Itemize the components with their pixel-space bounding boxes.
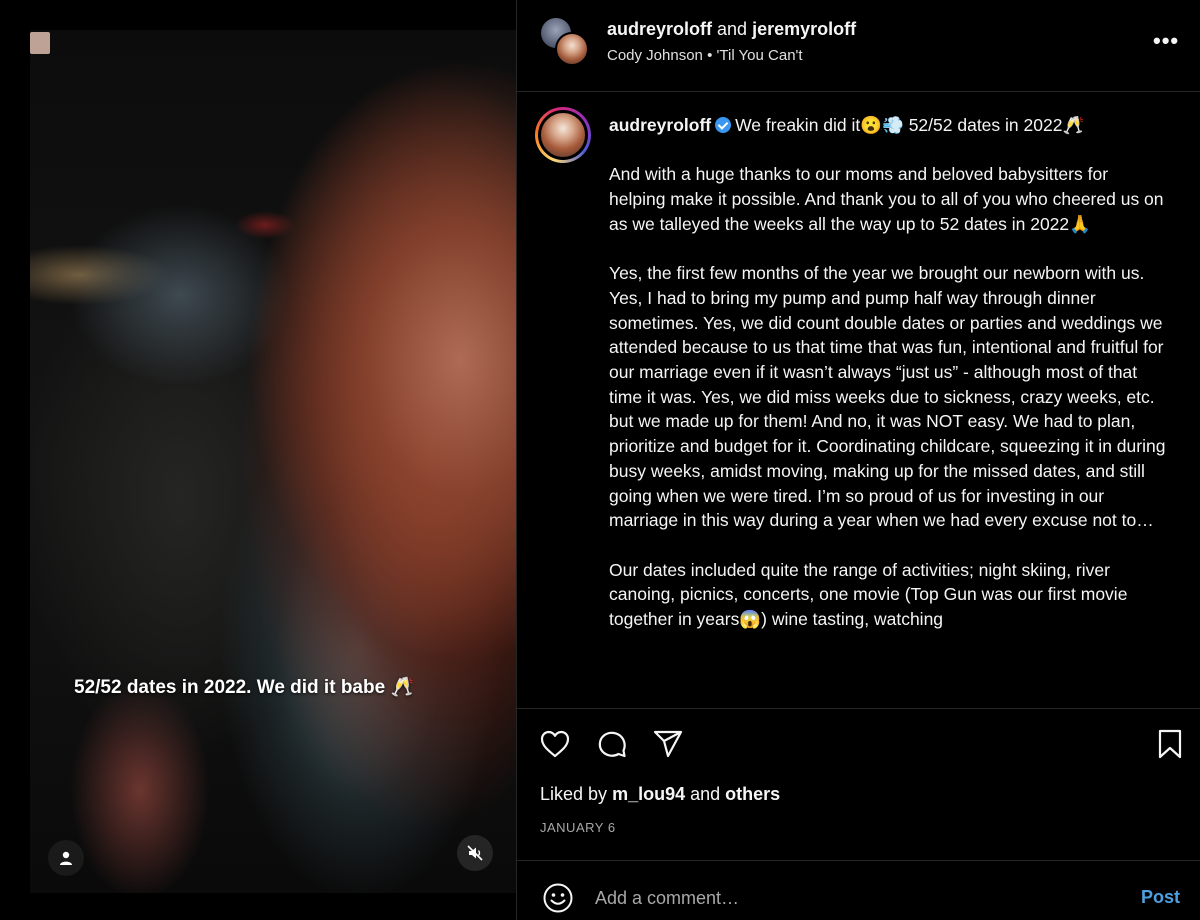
collab-title: audreyroloff and jeremyroloff	[607, 19, 856, 40]
post-date[interactable]: JANUARY 6	[540, 820, 616, 835]
header-username-1[interactable]: audreyroloff	[607, 19, 712, 39]
liked-by-and: and	[690, 784, 721, 804]
post-details-panel: audreyroloff and jeremyroloff Cody Johns…	[516, 0, 1200, 920]
caption-paragraph-2: Yes, the first few months of the year we…	[609, 263, 1166, 531]
avatar-audreyroloff[interactable]	[555, 32, 589, 66]
post-header: audreyroloff and jeremyroloff Cody Johns…	[517, 0, 1200, 92]
caption-avatar[interactable]	[535, 107, 591, 163]
user-icon	[60, 851, 72, 865]
audio-attribution[interactable]: Cody Johnson • 'Til You Can't	[607, 47, 803, 64]
caption-first-line: audreyroloff We freakin did it😮💨 52/52 da…	[609, 113, 1169, 138]
audio-title[interactable]: 'Til You Can't	[717, 47, 803, 64]
caption-scroll-area[interactable]: audreyroloff We freakin did it😮💨 52/52 da…	[517, 93, 1200, 705]
caption-text: audreyroloff We freakin did it😮💨 52/52 da…	[609, 113, 1169, 632]
emoji-button[interactable]	[541, 881, 575, 915]
comment-button[interactable]	[595, 727, 629, 761]
more-options-button[interactable]: •••	[1153, 28, 1179, 54]
video-caption-text: 52/52 dates in 2022. We did it babe 🥂	[74, 677, 415, 698]
emoji-icon	[543, 883, 573, 913]
like-button[interactable]	[538, 727, 572, 761]
post-comment-button[interactable]: Post	[1141, 887, 1180, 908]
liked-by-others[interactable]: others	[725, 784, 780, 804]
liked-by-user[interactable]: m_lou94	[612, 784, 685, 804]
verified-badge-icon	[715, 117, 732, 133]
post-actions: Liked by m_lou94 and others JANUARY 6	[517, 708, 1200, 860]
bookmark-icon	[1158, 729, 1182, 759]
tagged-users-button[interactable]	[48, 840, 84, 876]
caption-avatar-photo	[538, 110, 588, 160]
likes-summary[interactable]: Liked by m_lou94 and others	[540, 784, 780, 805]
caption-username[interactable]: audreyroloff	[609, 115, 711, 135]
audio-artist[interactable]: Cody Johnson	[607, 47, 703, 64]
collab-avatars[interactable]	[541, 18, 591, 68]
comment-icon	[598, 731, 626, 758]
send-icon	[653, 730, 683, 758]
mute-button[interactable]	[457, 835, 493, 871]
header-username-2[interactable]: jeremyroloff	[752, 19, 856, 39]
heart-icon	[540, 730, 570, 758]
comment-bar: Post	[517, 860, 1200, 920]
video-light-glint	[30, 32, 50, 54]
liked-by-prefix: Liked by	[540, 784, 608, 804]
caption-headline: We freakin did it😮💨 52/52 dates in 2022🥂	[735, 115, 1085, 135]
comment-input[interactable]	[595, 883, 1095, 913]
speaker-muted-icon	[467, 845, 483, 861]
audio-separator: •	[707, 47, 713, 64]
share-button[interactable]	[651, 727, 685, 761]
header-joiner: and	[717, 19, 748, 39]
post-video[interactable]: 52/52 dates in 2022. We did it babe 🥂	[30, 30, 516, 893]
caption-paragraph-3: Our dates included quite the range of ac…	[609, 559, 1128, 630]
save-button[interactable]	[1153, 727, 1187, 761]
caption-paragraph-1: And with a huge thanks to our moms and b…	[609, 164, 1164, 234]
